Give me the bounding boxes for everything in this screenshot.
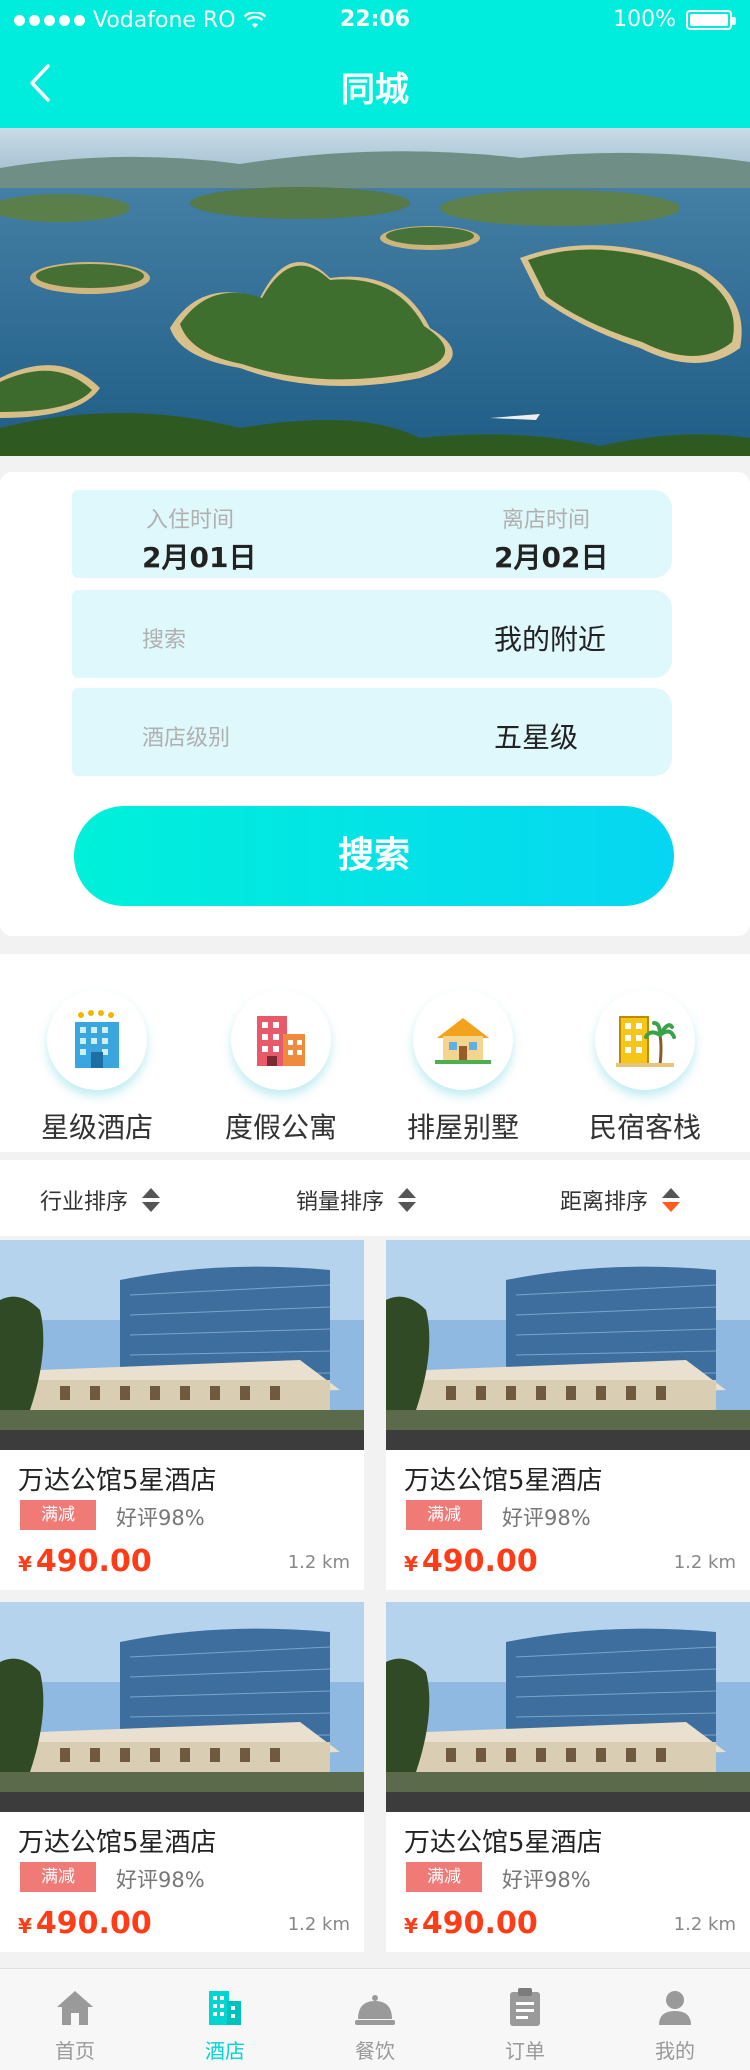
tab-hotel[interactable]: 酒店 [150,1983,300,2064]
nearby-option[interactable]: 我的附近 [494,618,606,658]
sort-arrows-icon [662,1188,681,1212]
page-title: 同城 [341,70,409,110]
category-label: 星级酒店 [40,1111,153,1144]
status-bar: Vodafone RO 22:06 100% [0,0,750,40]
sort-label: 销量排序 [296,1190,385,1215]
hotel-distance: 1.2 km [287,1914,350,1935]
tab-label: 我的 [655,2039,695,2063]
search-card: 入住时间 2月01日 离店时间 2月02日 搜索 我的附近 酒店级别 五星级 搜… [0,472,750,936]
hotel-card[interactable]: 万达公馆5星酒店 满减 好评98% ¥490.00 1.2 km [386,1240,750,1590]
sort-sales[interactable]: 销量排序 [296,1184,417,1216]
discount-badge: 满减 [20,1862,96,1892]
home-icon [57,1991,93,2025]
tab-orders[interactable]: 订单 [450,1983,600,2064]
tab-home[interactable]: 首页 [0,1983,150,2064]
hotel-card[interactable]: 万达公馆5星酒店 满减 好评98% ¥490.00 1.2 km [386,1602,750,1952]
hotel-card[interactable]: 万达公馆5星酒店 满减 好评98% ¥490.00 1.2 km [0,1240,364,1590]
discount-badge: 满减 [406,1500,482,1530]
sort-arrows-icon [142,1188,161,1212]
category-label: 度假公寓 [224,1111,337,1144]
sort-distance[interactable]: 距离排序 [560,1184,681,1216]
tab-dining[interactable]: 餐饮 [300,1983,450,2064]
top-bar: Vodafone RO 22:06 100% 同城 [0,0,750,128]
checkout-label: 离店时间 [502,508,591,533]
hotel-price: ¥490.00 [404,1906,538,1941]
hotel-level-value[interactable]: 五星级 [494,716,578,756]
hotel-name: 万达公馆5星酒店 [18,1466,217,1496]
sort-arrows-icon [398,1188,417,1212]
bottom-tab-bar: 首页 酒店 餐饮 订单 我的 [0,1968,750,2070]
category-label: 排屋别墅 [406,1111,519,1144]
apartment-icon [257,1016,305,1066]
hotel-distance: 1.2 km [673,1552,736,1573]
sort-label: 距离排序 [560,1190,649,1215]
hero-banner-image[interactable] [0,128,750,456]
sort-industry[interactable]: 行业排序 [40,1184,161,1216]
category-star-hotel[interactable]: 星级酒店 [12,990,182,1146]
hotel-photo [386,1240,750,1450]
order-clipboard-icon [510,1988,540,2026]
hotel-name: 万达公馆5星酒店 [404,1466,603,1496]
battery-icon [686,9,736,30]
tab-label: 订单 [505,2039,545,2063]
inn-palm-icon [616,1016,676,1067]
hotel-rating: 好评98% [116,1506,205,1530]
search-input[interactable]: 搜索 [142,622,186,654]
search-row[interactable]: 搜索 我的附近 [72,590,672,678]
hotel-price: ¥490.00 [18,1544,152,1579]
search-button[interactable]: 搜索 [74,806,674,906]
hotel-photo [386,1602,750,1812]
category-row: 星级酒店 度假公寓 排屋别墅 民宿客栈 [0,954,750,1152]
hotel-distance: 1.2 km [673,1914,736,1935]
hotel-photo [0,1602,364,1812]
nav-bar: 同城 [0,40,750,128]
tab-label: 餐饮 [355,2039,395,2063]
hotel-rating: 好评98% [116,1868,205,1892]
hotel-price: ¥490.00 [404,1544,538,1579]
hotel-rating: 好评98% [502,1506,591,1530]
sort-label: 行业排序 [40,1190,129,1215]
category-inn[interactable]: 民宿客栈 [560,990,730,1146]
checkin-date[interactable]: 2月01日 [142,536,256,576]
discount-badge: 满减 [20,1500,96,1530]
hotel-rating: 好评98% [502,1868,591,1892]
tab-label: 酒店 [205,2039,245,2063]
checkin-label: 入住时间 [146,508,235,533]
hotel-price: ¥490.00 [18,1906,152,1941]
hotel-level-label: 酒店级别 [142,726,231,751]
sort-bar: 行业排序 销量排序 距离排序 [0,1160,750,1236]
hotel-building-icon [75,1010,119,1068]
checkout-date[interactable]: 2月02日 [494,536,608,576]
hotel-photo [0,1240,364,1450]
hotel-card[interactable]: 万达公馆5星酒店 满减 好评98% ¥490.00 1.2 km [0,1602,364,1952]
battery-percent: 100% [613,7,676,32]
tab-label: 首页 [55,2039,95,2063]
hotel-distance: 1.2 km [287,1552,350,1573]
tab-profile[interactable]: 我的 [600,1983,750,2064]
villa-icon [435,1018,491,1064]
profile-icon [659,1991,691,2025]
hotel-name: 万达公馆5星酒店 [18,1828,217,1858]
hotel-name: 万达公馆5星酒店 [404,1828,603,1858]
hotel-level-row[interactable]: 酒店级别 五星级 [72,688,672,776]
category-villa[interactable]: 排屋别墅 [378,990,548,1146]
category-apartment[interactable]: 度假公寓 [196,990,366,1146]
category-label: 民宿客栈 [588,1111,701,1144]
hotel-icon [209,1991,241,2025]
discount-badge: 满减 [406,1862,482,1892]
date-selector[interactable]: 入住时间 2月01日 离店时间 2月02日 [72,490,672,578]
dining-bell-icon [355,1995,395,2025]
hotel-list: 万达公馆5星酒店 满减 好评98% ¥490.00 1.2 km 万达公馆5星酒… [0,1240,750,1952]
